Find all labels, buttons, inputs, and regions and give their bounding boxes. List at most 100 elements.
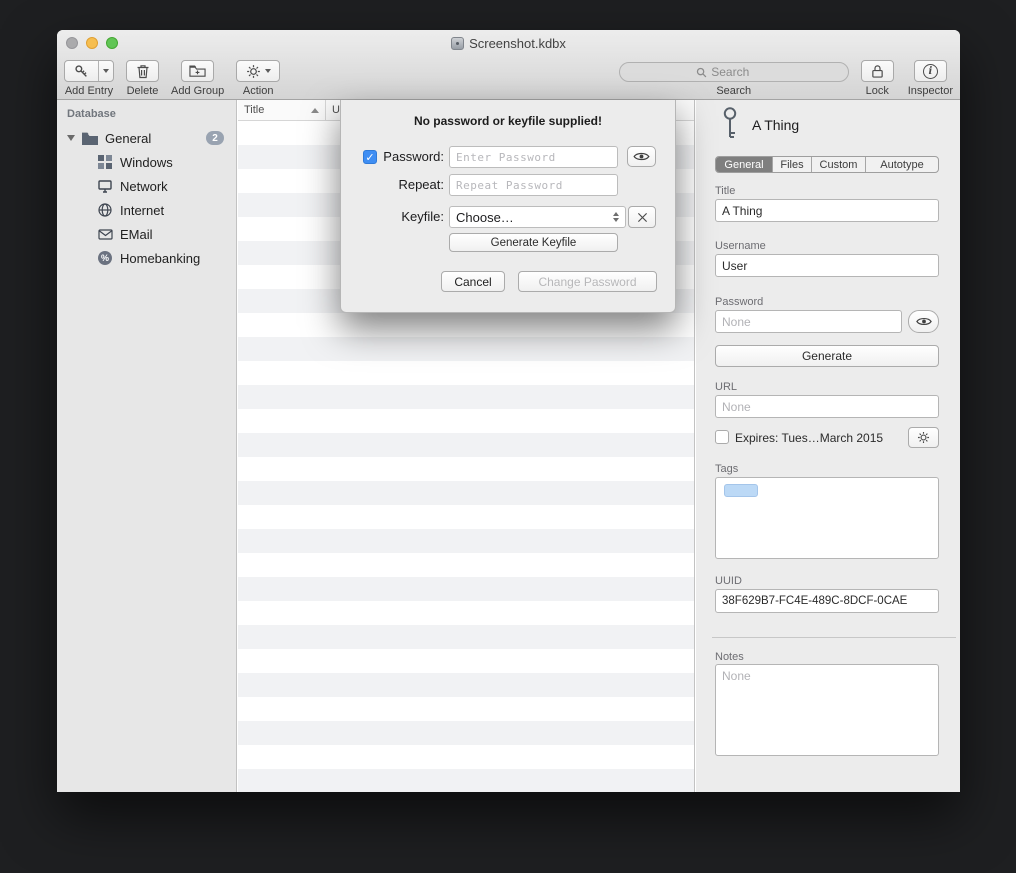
eye-icon	[633, 151, 650, 162]
close-x-icon	[637, 212, 648, 223]
window-chrome: Screenshot.kdbx	[57, 30, 960, 100]
action-label: Action	[243, 85, 274, 97]
folder-icon	[82, 130, 98, 146]
toolbar-item-search: Search	[619, 60, 849, 97]
column-username-label: U	[332, 104, 340, 116]
keyfile-label: Keyfile:	[341, 206, 444, 228]
expires-settings-button[interactable]	[908, 427, 939, 448]
keyfile-popup-button[interactable]: Choose…	[449, 206, 626, 228]
url-field[interactable]	[715, 395, 939, 418]
zoom-button[interactable]	[106, 37, 118, 49]
title-field[interactable]	[715, 199, 939, 222]
tag-token[interactable]	[724, 484, 758, 497]
entry-title: A Thing	[752, 117, 799, 133]
add-group-button[interactable]	[181, 60, 214, 82]
reveal-password-button[interactable]	[627, 146, 656, 167]
action-button[interactable]	[236, 60, 280, 82]
sidebar-item-label: Internet	[120, 203, 164, 218]
close-button[interactable]	[66, 37, 78, 49]
sidebar-item-label: General	[105, 131, 151, 146]
repeat-password-input[interactable]	[449, 174, 618, 196]
folder-plus-icon	[189, 64, 206, 78]
expires-checkbox[interactable]	[715, 430, 729, 444]
sidebar-item-label: Homebanking	[120, 251, 200, 266]
generate-keyfile-button[interactable]: Generate Keyfile	[449, 233, 618, 252]
add-entry-label: Add Entry	[65, 85, 113, 97]
eye-icon	[916, 316, 932, 327]
generate-password-button[interactable]: Generate	[715, 345, 939, 367]
change-password-button[interactable]: Change Password	[518, 271, 657, 292]
sidebar-item-email[interactable]: EMail	[57, 222, 236, 246]
password-input[interactable]	[449, 146, 618, 168]
envelope-icon	[97, 226, 113, 242]
app-window: Screenshot.kdbx	[57, 30, 960, 792]
window-title-text: Screenshot.kdbx	[469, 36, 566, 51]
toolbar: Add Entry Delete	[57, 56, 960, 100]
tab-autotype[interactable]: Autotype	[866, 157, 938, 172]
windows-icon	[97, 154, 113, 170]
add-entry-button[interactable]	[64, 60, 114, 82]
username-field[interactable]	[715, 254, 939, 277]
chevron-down-icon	[103, 69, 109, 73]
search-text-input[interactable]	[711, 65, 771, 79]
monitor-icon	[97, 178, 113, 194]
sidebar-item-label: Network	[120, 179, 168, 194]
desktop-background: Screenshot.kdbx	[0, 0, 1016, 873]
sidebar-item-label: Windows	[120, 155, 173, 170]
delete-button[interactable]	[126, 60, 159, 82]
sidebar-item-network[interactable]: Network	[57, 174, 236, 198]
sidebar-item-label: EMail	[120, 227, 153, 242]
toolbar-item-delete: Delete	[126, 60, 159, 97]
count-badge: 2	[206, 131, 224, 145]
traffic-lights	[66, 37, 118, 49]
column-title-label: Title	[244, 104, 264, 116]
sidebar-item-windows[interactable]: Windows	[57, 150, 236, 174]
clear-keyfile-button[interactable]	[628, 206, 656, 228]
password-label: Password:	[341, 146, 444, 168]
repeat-label: Repeat:	[341, 174, 444, 196]
inspector-panel: A Thing General Files Custom Autotype Ti…	[696, 100, 960, 792]
username-label: Username	[715, 240, 766, 252]
uuid-label: UUID	[715, 575, 742, 587]
toolbar-item-add-entry: Add Entry	[64, 60, 114, 97]
password-field[interactable]	[715, 310, 902, 333]
uuid-field[interactable]	[715, 589, 939, 613]
tab-general[interactable]: General	[716, 157, 773, 172]
gear-icon	[917, 431, 930, 444]
window-title: Screenshot.kdbx	[57, 30, 960, 56]
tags-label: Tags	[715, 463, 738, 475]
document-icon	[451, 37, 464, 50]
sidebar-item-internet[interactable]: Internet	[57, 198, 236, 222]
key-icon	[720, 106, 740, 140]
url-label: URL	[715, 381, 737, 393]
minimize-button[interactable]	[86, 37, 98, 49]
sidebar-item-homebanking[interactable]: Homebanking	[57, 246, 236, 270]
add-entry-dropdown[interactable]	[98, 61, 113, 81]
inspector-label: Inspector	[908, 85, 953, 97]
password-label: Password	[715, 296, 763, 308]
sidebar-item-general[interactable]: General 2	[57, 126, 236, 150]
column-header-title[interactable]: Title	[238, 100, 326, 120]
toolbar-item-action: Action	[236, 60, 280, 97]
search-label: Search	[716, 85, 751, 97]
notes-field[interactable]	[715, 664, 939, 756]
keyfile-popup-value: Choose…	[456, 210, 514, 225]
add-group-label: Add Group	[171, 85, 224, 97]
key-icon	[65, 61, 98, 81]
tags-field[interactable]	[715, 477, 939, 559]
reveal-password-button[interactable]	[908, 310, 939, 333]
search-input[interactable]	[619, 62, 849, 82]
titlebar[interactable]: Screenshot.kdbx	[57, 30, 960, 56]
trash-icon	[136, 64, 150, 79]
cancel-button[interactable]: Cancel	[441, 271, 505, 292]
column-header-username[interactable]: U	[326, 104, 340, 116]
inspector-button[interactable]	[914, 60, 947, 82]
lock-icon	[871, 64, 884, 79]
tab-files[interactable]: Files	[773, 157, 812, 172]
inspector-tabs: General Files Custom Autotype	[715, 156, 939, 173]
tab-custom[interactable]: Custom	[812, 157, 866, 172]
chevron-down-icon	[265, 69, 271, 73]
lock-button[interactable]	[861, 60, 894, 82]
disclosure-triangle-icon[interactable]	[67, 135, 75, 141]
percent-coin-icon	[97, 250, 113, 266]
